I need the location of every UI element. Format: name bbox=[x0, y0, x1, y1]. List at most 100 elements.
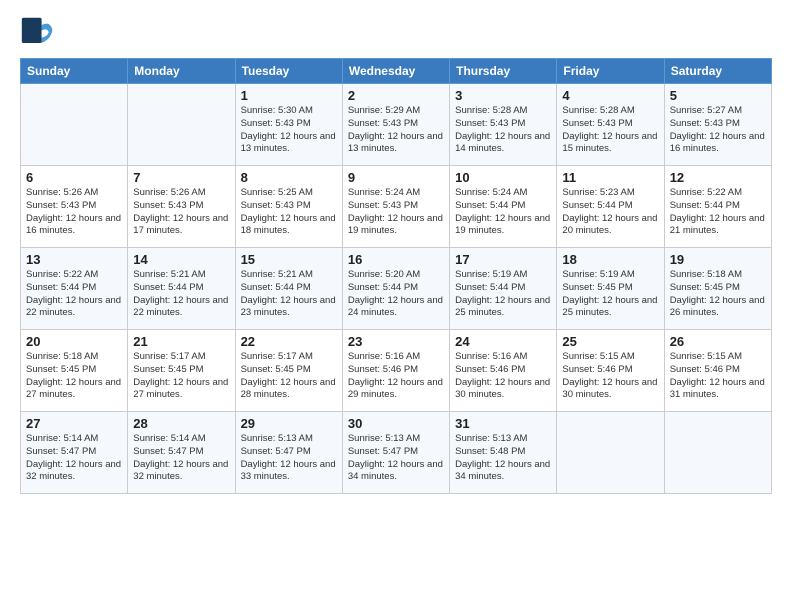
page: SundayMondayTuesdayWednesdayThursdayFrid… bbox=[0, 0, 792, 612]
cell-info: Sunrise: 5:21 AM Sunset: 5:44 PM Dayligh… bbox=[133, 269, 229, 320]
calendar-cell: 1 Sunrise: 5:30 AM Sunset: 5:43 PM Daylig… bbox=[235, 84, 342, 166]
cell-info: Sunrise: 5:28 AM Sunset: 5:43 PM Dayligh… bbox=[455, 105, 551, 156]
calendar-cell: 5Sunrise: 5:27 AM Sunset: 5:43 PM Daylig… bbox=[664, 84, 771, 166]
day-number: 3 bbox=[455, 88, 551, 103]
calendar-cell: 23 Sunrise: 5:16 AM Sunset: 5:46 PM Dayli… bbox=[342, 330, 449, 412]
calendar-cell: 21 Sunrise: 5:17 AM Sunset: 5:45 PM Dayli… bbox=[128, 330, 235, 412]
cell-info: Sunrise: 5:24 AM Sunset: 5:44 PM Dayligh… bbox=[455, 187, 551, 238]
header-cell-thursday: Thursday bbox=[450, 59, 557, 84]
calendar-cell: 9Sunrise: 5:24 AM Sunset: 5:43 PM Daylig… bbox=[342, 166, 449, 248]
calendar-cell: 19Sunrise: 5:18 AM Sunset: 5:45 PM Dayli… bbox=[664, 248, 771, 330]
calendar-cell: 13 Sunrise: 5:22 AM Sunset: 5:44 PM Dayli… bbox=[21, 248, 128, 330]
header-cell-sunday: Sunday bbox=[21, 59, 128, 84]
cell-info: Sunrise: 5:23 AM Sunset: 5:44 PM Dayligh… bbox=[562, 187, 658, 238]
cell-info: Sunrise: 5:15 AM Sunset: 5:46 PM Dayligh… bbox=[670, 351, 766, 402]
calendar-cell: 31 Sunrise: 5:13 AM Sunset: 5:48 PM Dayli… bbox=[450, 412, 557, 494]
calendar-table: SundayMondayTuesdayWednesdayThursdayFrid… bbox=[20, 58, 772, 494]
calendar-cell: 20 Sunrise: 5:18 AM Sunset: 5:45 PM Dayli… bbox=[21, 330, 128, 412]
cell-info: Sunrise: 5:18 AM Sunset: 5:45 PM Dayligh… bbox=[670, 269, 766, 320]
cell-info: Sunrise: 5:18 AM Sunset: 5:45 PM Dayligh… bbox=[26, 351, 122, 402]
cell-info: Sunrise: 5:28 AM Sunset: 5:43 PM Dayligh… bbox=[562, 105, 658, 156]
day-number: 15 bbox=[241, 252, 337, 267]
day-number: 11 bbox=[562, 170, 658, 185]
cell-info: Sunrise: 5:21 AM Sunset: 5:44 PM Dayligh… bbox=[241, 269, 337, 320]
day-number: 14 bbox=[133, 252, 229, 267]
calendar-cell: 28 Sunrise: 5:14 AM Sunset: 5:47 PM Dayli… bbox=[128, 412, 235, 494]
day-number: 8 bbox=[241, 170, 337, 185]
week-row-3: 13 Sunrise: 5:22 AM Sunset: 5:44 PM Dayli… bbox=[21, 248, 772, 330]
cell-info: Sunrise: 5:14 AM Sunset: 5:47 PM Dayligh… bbox=[133, 433, 229, 484]
day-number: 22 bbox=[241, 334, 337, 349]
week-row-1: 1 Sunrise: 5:30 AM Sunset: 5:43 PM Daylig… bbox=[21, 84, 772, 166]
calendar-cell bbox=[128, 84, 235, 166]
cell-info: Sunrise: 5:25 AM Sunset: 5:43 PM Dayligh… bbox=[241, 187, 337, 238]
cell-info: Sunrise: 5:27 AM Sunset: 5:43 PM Dayligh… bbox=[670, 105, 766, 156]
day-number: 28 bbox=[133, 416, 229, 431]
day-number: 20 bbox=[26, 334, 122, 349]
day-number: 17 bbox=[455, 252, 551, 267]
day-number: 18 bbox=[562, 252, 658, 267]
cell-info: Sunrise: 5:20 AM Sunset: 5:44 PM Dayligh… bbox=[348, 269, 444, 320]
calendar-cell: 22Sunrise: 5:17 AM Sunset: 5:45 PM Dayli… bbox=[235, 330, 342, 412]
cell-info: Sunrise: 5:15 AM Sunset: 5:46 PM Dayligh… bbox=[562, 351, 658, 402]
calendar-cell: 4Sunrise: 5:28 AM Sunset: 5:43 PM Daylig… bbox=[557, 84, 664, 166]
day-number: 12 bbox=[670, 170, 766, 185]
cell-info: Sunrise: 5:30 AM Sunset: 5:43 PM Dayligh… bbox=[241, 105, 337, 156]
header-cell-saturday: Saturday bbox=[664, 59, 771, 84]
calendar-header: SundayMondayTuesdayWednesdayThursdayFrid… bbox=[21, 59, 772, 84]
calendar-cell: 14 Sunrise: 5:21 AM Sunset: 5:44 PM Dayli… bbox=[128, 248, 235, 330]
cell-info: Sunrise: 5:16 AM Sunset: 5:46 PM Dayligh… bbox=[348, 351, 444, 402]
day-number: 26 bbox=[670, 334, 766, 349]
cell-info: Sunrise: 5:22 AM Sunset: 5:44 PM Dayligh… bbox=[26, 269, 122, 320]
calendar-cell: 17 Sunrise: 5:19 AM Sunset: 5:44 PM Dayli… bbox=[450, 248, 557, 330]
day-number: 9 bbox=[348, 170, 444, 185]
calendar-cell: 29 Sunrise: 5:13 AM Sunset: 5:47 PM Dayli… bbox=[235, 412, 342, 494]
calendar-cell: 27 Sunrise: 5:14 AM Sunset: 5:47 PM Dayli… bbox=[21, 412, 128, 494]
calendar-cell: 2 Sunrise: 5:29 AM Sunset: 5:43 PM Daylig… bbox=[342, 84, 449, 166]
calendar-cell bbox=[664, 412, 771, 494]
day-number: 29 bbox=[241, 416, 337, 431]
calendar-cell: 26 Sunrise: 5:15 AM Sunset: 5:46 PM Dayli… bbox=[664, 330, 771, 412]
day-number: 13 bbox=[26, 252, 122, 267]
week-row-5: 27 Sunrise: 5:14 AM Sunset: 5:47 PM Dayli… bbox=[21, 412, 772, 494]
calendar-cell: 6 Sunrise: 5:26 AM Sunset: 5:43 PM Daylig… bbox=[21, 166, 128, 248]
calendar-cell bbox=[557, 412, 664, 494]
cell-info: Sunrise: 5:14 AM Sunset: 5:47 PM Dayligh… bbox=[26, 433, 122, 484]
cell-info: Sunrise: 5:13 AM Sunset: 5:47 PM Dayligh… bbox=[348, 433, 444, 484]
calendar-cell: 8 Sunrise: 5:25 AM Sunset: 5:43 PM Daylig… bbox=[235, 166, 342, 248]
day-number: 24 bbox=[455, 334, 551, 349]
cell-info: Sunrise: 5:16 AM Sunset: 5:46 PM Dayligh… bbox=[455, 351, 551, 402]
calendar-cell bbox=[21, 84, 128, 166]
day-number: 10 bbox=[455, 170, 551, 185]
cell-info: Sunrise: 5:26 AM Sunset: 5:43 PM Dayligh… bbox=[26, 187, 122, 238]
calendar-cell: 25 Sunrise: 5:15 AM Sunset: 5:46 PM Dayli… bbox=[557, 330, 664, 412]
header-cell-tuesday: Tuesday bbox=[235, 59, 342, 84]
week-row-4: 20 Sunrise: 5:18 AM Sunset: 5:45 PM Dayli… bbox=[21, 330, 772, 412]
cell-info: Sunrise: 5:26 AM Sunset: 5:43 PM Dayligh… bbox=[133, 187, 229, 238]
cell-info: Sunrise: 5:13 AM Sunset: 5:47 PM Dayligh… bbox=[241, 433, 337, 484]
logo-icon bbox=[20, 16, 56, 52]
day-number: 27 bbox=[26, 416, 122, 431]
calendar-cell: 3 Sunrise: 5:28 AM Sunset: 5:43 PM Daylig… bbox=[450, 84, 557, 166]
day-number: 25 bbox=[562, 334, 658, 349]
day-number: 31 bbox=[455, 416, 551, 431]
logo bbox=[20, 16, 60, 52]
header-cell-friday: Friday bbox=[557, 59, 664, 84]
day-number: 1 bbox=[241, 88, 337, 103]
day-number: 23 bbox=[348, 334, 444, 349]
calendar-cell: 12 Sunrise: 5:22 AM Sunset: 5:44 PM Dayli… bbox=[664, 166, 771, 248]
day-number: 2 bbox=[348, 88, 444, 103]
calendar-body: 1 Sunrise: 5:30 AM Sunset: 5:43 PM Daylig… bbox=[21, 84, 772, 494]
calendar-cell: 24 Sunrise: 5:16 AM Sunset: 5:46 PM Dayli… bbox=[450, 330, 557, 412]
calendar-cell: 30Sunrise: 5:13 AM Sunset: 5:47 PM Dayli… bbox=[342, 412, 449, 494]
cell-info: Sunrise: 5:29 AM Sunset: 5:43 PM Dayligh… bbox=[348, 105, 444, 156]
calendar-cell: 11 Sunrise: 5:23 AM Sunset: 5:44 PM Dayli… bbox=[557, 166, 664, 248]
cell-info: Sunrise: 5:19 AM Sunset: 5:45 PM Dayligh… bbox=[562, 269, 658, 320]
day-number: 16 bbox=[348, 252, 444, 267]
cell-info: Sunrise: 5:13 AM Sunset: 5:48 PM Dayligh… bbox=[455, 433, 551, 484]
cell-info: Sunrise: 5:17 AM Sunset: 5:45 PM Dayligh… bbox=[133, 351, 229, 402]
cell-info: Sunrise: 5:22 AM Sunset: 5:44 PM Dayligh… bbox=[670, 187, 766, 238]
cell-info: Sunrise: 5:19 AM Sunset: 5:44 PM Dayligh… bbox=[455, 269, 551, 320]
day-number: 21 bbox=[133, 334, 229, 349]
day-number: 6 bbox=[26, 170, 122, 185]
